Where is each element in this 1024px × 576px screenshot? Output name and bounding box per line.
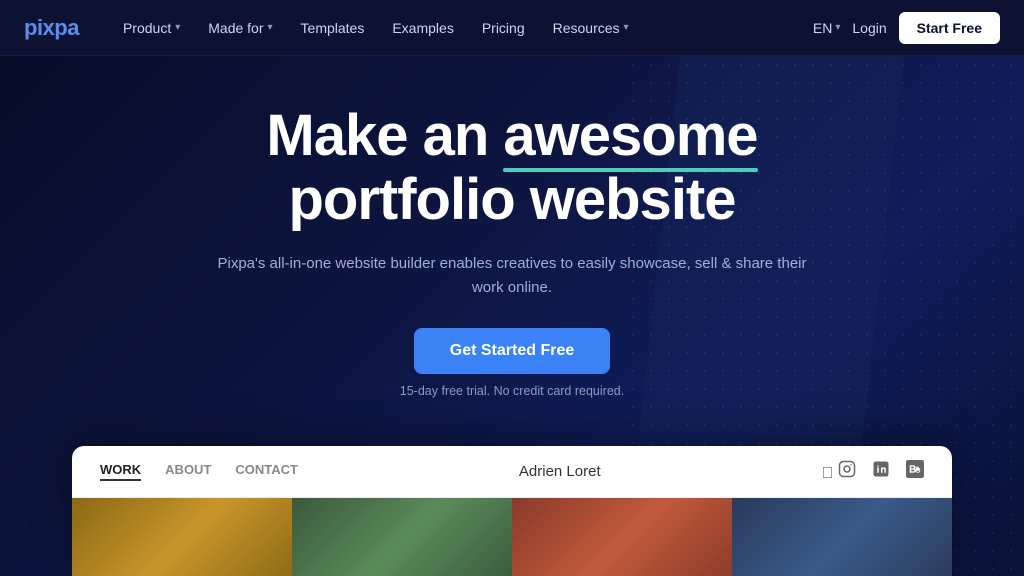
hero-subtitle: Pixpa's all-in-one website builder enabl… (212, 252, 812, 300)
hero-underline-word: awesome (503, 104, 757, 168)
nav-pricing[interactable]: Pricing (470, 14, 537, 42)
behance-icon[interactable] (906, 460, 924, 483)
chevron-down-icon: ▾ (175, 22, 180, 33)
logo-text: pixpa (24, 15, 79, 40)
hero-title: Make an awesome portfolio website (266, 104, 757, 232)
start-free-button[interactable]: Start Free (899, 12, 1000, 44)
tab-work[interactable]: WORK (100, 462, 141, 481)
hero-section: Make an awesome portfolio website Pixpa'… (0, 56, 1024, 576)
nav-product[interactable]: Product ▾ (111, 14, 192, 42)
tab-contact[interactable]: CONTACT (235, 462, 298, 481)
nav-right: EN ▾ Login Start Free (813, 12, 1000, 44)
nav-links: Product ▾ Made for ▾ Templates Examples … (111, 14, 813, 42)
gallery-item-2 (292, 498, 512, 576)
nav-resources[interactable]: Resources ▾ (541, 14, 641, 42)
chevron-down-icon: ▾ (268, 22, 273, 33)
portfolio-social-icons:  (822, 460, 924, 483)
instagram-icon[interactable]:  (822, 460, 856, 483)
portfolio-gallery (72, 498, 952, 576)
gallery-item-3 (512, 498, 732, 576)
login-button[interactable]: Login (852, 20, 886, 36)
portfolio-author-name: Adrien Loret (519, 463, 601, 480)
cta-note: 15-day free trial. No credit card requir… (400, 384, 624, 398)
chevron-down-icon: ▾ (835, 22, 840, 33)
portfolio-tabs: WORK ABOUT CONTACT (100, 462, 298, 481)
linkedin-icon[interactable] (872, 460, 890, 483)
get-started-button[interactable]: Get Started Free (414, 328, 610, 374)
logo[interactable]: pixpa (24, 15, 79, 41)
portfolio-header: WORK ABOUT CONTACT Adrien Loret  (72, 446, 952, 498)
nav-examples[interactable]: Examples (380, 14, 465, 42)
gallery-item-4 (732, 498, 952, 576)
nav-templates[interactable]: Templates (289, 14, 377, 42)
chevron-down-icon: ▾ (624, 22, 629, 33)
gallery-item-1 (72, 498, 292, 576)
nav-made-for[interactable]: Made for ▾ (196, 14, 284, 42)
navbar: pixpa Product ▾ Made for ▾ Templates Exa… (0, 0, 1024, 56)
tab-about[interactable]: ABOUT (165, 462, 211, 481)
portfolio-preview-card: WORK ABOUT CONTACT Adrien Loret  (72, 446, 952, 576)
language-selector[interactable]: EN ▾ (813, 20, 840, 36)
